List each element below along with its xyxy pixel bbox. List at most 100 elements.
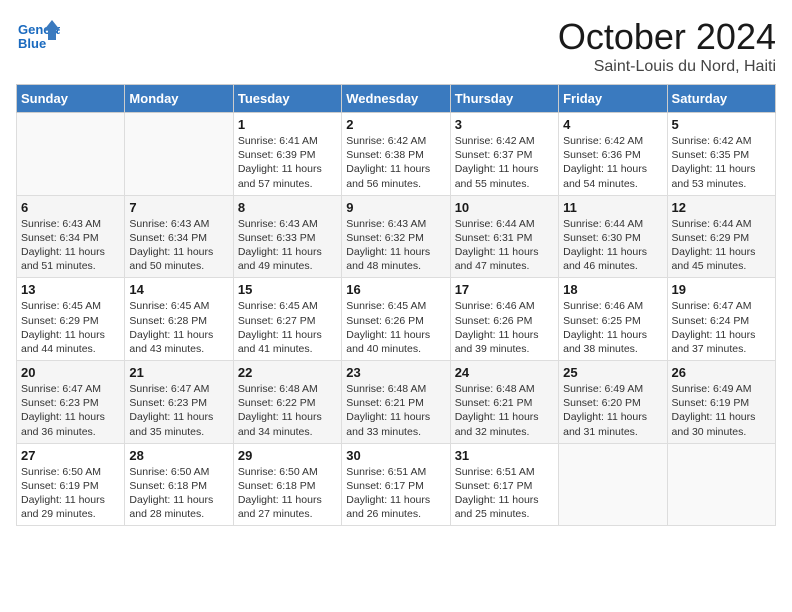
cell-info: Sunrise: 6:42 AMSunset: 6:36 PMDaylight:… (563, 135, 647, 190)
location-subtitle: Saint-Louis du Nord, Haiti (558, 58, 776, 76)
calendar-cell: 8 Sunrise: 6:43 AMSunset: 6:33 PMDaylight… (233, 195, 341, 278)
page-header: General Blue October 2024 Saint-Louis du… (16, 16, 776, 76)
calendar-cell (125, 113, 233, 196)
cell-info: Sunrise: 6:47 AMSunset: 6:24 PMDaylight:… (672, 300, 756, 355)
cell-info: Sunrise: 6:48 AMSunset: 6:22 PMDaylight:… (238, 383, 322, 438)
calendar-cell: 28 Sunrise: 6:50 AMSunset: 6:18 PMDayligh… (125, 443, 233, 526)
day-number: 6 (21, 200, 120, 215)
cell-info: Sunrise: 6:47 AMSunset: 6:23 PMDaylight:… (21, 383, 105, 438)
day-number: 31 (455, 448, 554, 463)
day-number: 28 (129, 448, 228, 463)
calendar-cell: 27Sunrise: 6:50 AMSunset: 6:19 PMDayligh… (17, 443, 125, 526)
calendar-cell: 22 Sunrise: 6:48 AMSunset: 6:22 PMDayligh… (233, 361, 341, 444)
day-number: 24 (455, 365, 554, 380)
day-number: 8 (238, 200, 337, 215)
logo: General Blue (16, 16, 60, 60)
header-wednesday: Wednesday (342, 85, 450, 113)
day-number: 15 (238, 282, 337, 297)
day-number: 1 (238, 117, 337, 132)
cell-info: Sunrise: 6:43 AMSunset: 6:32 PMDaylight:… (346, 218, 430, 273)
calendar-cell: 25 Sunrise: 6:49 AMSunset: 6:20 PMDayligh… (559, 361, 667, 444)
calendar-cell: 29Sunrise: 6:50 AMSunset: 6:18 PMDayligh… (233, 443, 341, 526)
day-number: 26 (672, 365, 771, 380)
svg-text:Blue: Blue (18, 36, 46, 51)
calendar-cell: 7Sunrise: 6:43 AMSunset: 6:34 PMDaylight… (125, 195, 233, 278)
cell-info: Sunrise: 6:45 AMSunset: 6:27 PMDaylight:… (238, 300, 322, 355)
calendar-cell: 5Sunrise: 6:42 AMSunset: 6:35 PMDaylight… (667, 113, 775, 196)
calendar-table: SundayMondayTuesdayWednesdayThursdayFrid… (16, 84, 776, 526)
calendar-cell: 24 Sunrise: 6:48 AMSunset: 6:21 PMDayligh… (450, 361, 558, 444)
cell-info: Sunrise: 6:43 AMSunset: 6:34 PMDaylight:… (21, 218, 105, 273)
title-block: October 2024 Saint-Louis du Nord, Haiti (558, 16, 776, 76)
day-number: 2 (346, 117, 445, 132)
header-sunday: Sunday (17, 85, 125, 113)
calendar-cell: 9 Sunrise: 6:43 AMSunset: 6:32 PMDaylight… (342, 195, 450, 278)
day-number: 29 (238, 448, 337, 463)
day-number: 9 (346, 200, 445, 215)
calendar-cell: 3 Sunrise: 6:42 AMSunset: 6:37 PMDaylight… (450, 113, 558, 196)
cell-info: Sunrise: 6:45 AMSunset: 6:28 PMDaylight:… (129, 300, 213, 355)
calendar-cell: 6 Sunrise: 6:43 AMSunset: 6:34 PMDaylight… (17, 195, 125, 278)
day-number: 23 (346, 365, 445, 380)
calendar-cell (667, 443, 775, 526)
calendar-cell: 11 Sunrise: 6:44 AMSunset: 6:30 PMDayligh… (559, 195, 667, 278)
calendar-cell: 17Sunrise: 6:46 AMSunset: 6:26 PMDayligh… (450, 278, 558, 361)
calendar-cell (17, 113, 125, 196)
cell-info: Sunrise: 6:42 AMSunset: 6:37 PMDaylight:… (455, 135, 539, 190)
calendar-cell: 14 Sunrise: 6:45 AMSunset: 6:28 PMDayligh… (125, 278, 233, 361)
header-tuesday: Tuesday (233, 85, 341, 113)
calendar-cell: 31 Sunrise: 6:51 AMSunset: 6:17 PMDayligh… (450, 443, 558, 526)
day-number: 14 (129, 282, 228, 297)
week-row-4: 27Sunrise: 6:50 AMSunset: 6:19 PMDayligh… (17, 443, 776, 526)
cell-info: Sunrise: 6:43 AMSunset: 6:34 PMDaylight:… (129, 218, 213, 273)
day-number: 12 (672, 200, 771, 215)
cell-info: Sunrise: 6:42 AMSunset: 6:35 PMDaylight:… (672, 135, 756, 190)
calendar-cell: 18 Sunrise: 6:46 AMSunset: 6:25 PMDayligh… (559, 278, 667, 361)
week-row-0: 1 Sunrise: 6:41 AMSunset: 6:39 PMDaylight… (17, 113, 776, 196)
calendar-cell: 21 Sunrise: 6:47 AMSunset: 6:23 PMDayligh… (125, 361, 233, 444)
header-saturday: Saturday (667, 85, 775, 113)
cell-info: Sunrise: 6:45 AMSunset: 6:26 PMDaylight:… (346, 300, 430, 355)
calendar-cell: 20 Sunrise: 6:47 AMSunset: 6:23 PMDayligh… (17, 361, 125, 444)
day-number: 3 (455, 117, 554, 132)
calendar-cell: 12 Sunrise: 6:44 AMSunset: 6:29 PMDayligh… (667, 195, 775, 278)
header-friday: Friday (559, 85, 667, 113)
cell-info: Sunrise: 6:51 AMSunset: 6:17 PMDaylight:… (455, 466, 539, 521)
day-number: 13 (21, 282, 120, 297)
day-number: 20 (21, 365, 120, 380)
day-number: 22 (238, 365, 337, 380)
header-thursday: Thursday (450, 85, 558, 113)
cell-info: Sunrise: 6:48 AMSunset: 6:21 PMDaylight:… (455, 383, 539, 438)
day-number: 18 (563, 282, 662, 297)
cell-info: Sunrise: 6:44 AMSunset: 6:31 PMDaylight:… (455, 218, 539, 273)
day-number: 25 (563, 365, 662, 380)
day-number: 16 (346, 282, 445, 297)
calendar-cell: 23Sunrise: 6:48 AMSunset: 6:21 PMDayligh… (342, 361, 450, 444)
cell-info: Sunrise: 6:46 AMSunset: 6:26 PMDaylight:… (455, 300, 539, 355)
day-number: 21 (129, 365, 228, 380)
week-row-2: 13 Sunrise: 6:45 AMSunset: 6:29 PMDayligh… (17, 278, 776, 361)
cell-info: Sunrise: 6:49 AMSunset: 6:20 PMDaylight:… (563, 383, 647, 438)
day-number: 27 (21, 448, 120, 463)
calendar-cell: 4Sunrise: 6:42 AMSunset: 6:36 PMDaylight… (559, 113, 667, 196)
calendar-cell: 19Sunrise: 6:47 AMSunset: 6:24 PMDayligh… (667, 278, 775, 361)
day-number: 11 (563, 200, 662, 215)
cell-info: Sunrise: 6:50 AMSunset: 6:18 PMDaylight:… (129, 466, 213, 521)
cell-info: Sunrise: 6:41 AMSunset: 6:39 PMDaylight:… (238, 135, 322, 190)
calendar-cell: 30 Sunrise: 6:51 AMSunset: 6:17 PMDayligh… (342, 443, 450, 526)
calendar-cell: 13 Sunrise: 6:45 AMSunset: 6:29 PMDayligh… (17, 278, 125, 361)
cell-info: Sunrise: 6:44 AMSunset: 6:30 PMDaylight:… (563, 218, 647, 273)
cell-info: Sunrise: 6:46 AMSunset: 6:25 PMDaylight:… (563, 300, 647, 355)
cell-info: Sunrise: 6:47 AMSunset: 6:23 PMDaylight:… (129, 383, 213, 438)
cell-info: Sunrise: 6:43 AMSunset: 6:33 PMDaylight:… (238, 218, 322, 273)
calendar-cell: 15 Sunrise: 6:45 AMSunset: 6:27 PMDayligh… (233, 278, 341, 361)
cell-info: Sunrise: 6:51 AMSunset: 6:17 PMDaylight:… (346, 466, 430, 521)
calendar-cell: 10Sunrise: 6:44 AMSunset: 6:31 PMDayligh… (450, 195, 558, 278)
cell-info: Sunrise: 6:45 AMSunset: 6:29 PMDaylight:… (21, 300, 105, 355)
day-number: 30 (346, 448, 445, 463)
calendar-cell: 16 Sunrise: 6:45 AMSunset: 6:26 PMDayligh… (342, 278, 450, 361)
cell-info: Sunrise: 6:42 AMSunset: 6:38 PMDaylight:… (346, 135, 430, 190)
logo-svg: General Blue (16, 16, 60, 60)
cell-info: Sunrise: 6:44 AMSunset: 6:29 PMDaylight:… (672, 218, 756, 273)
calendar-cell: 2 Sunrise: 6:42 AMSunset: 6:38 PMDaylight… (342, 113, 450, 196)
